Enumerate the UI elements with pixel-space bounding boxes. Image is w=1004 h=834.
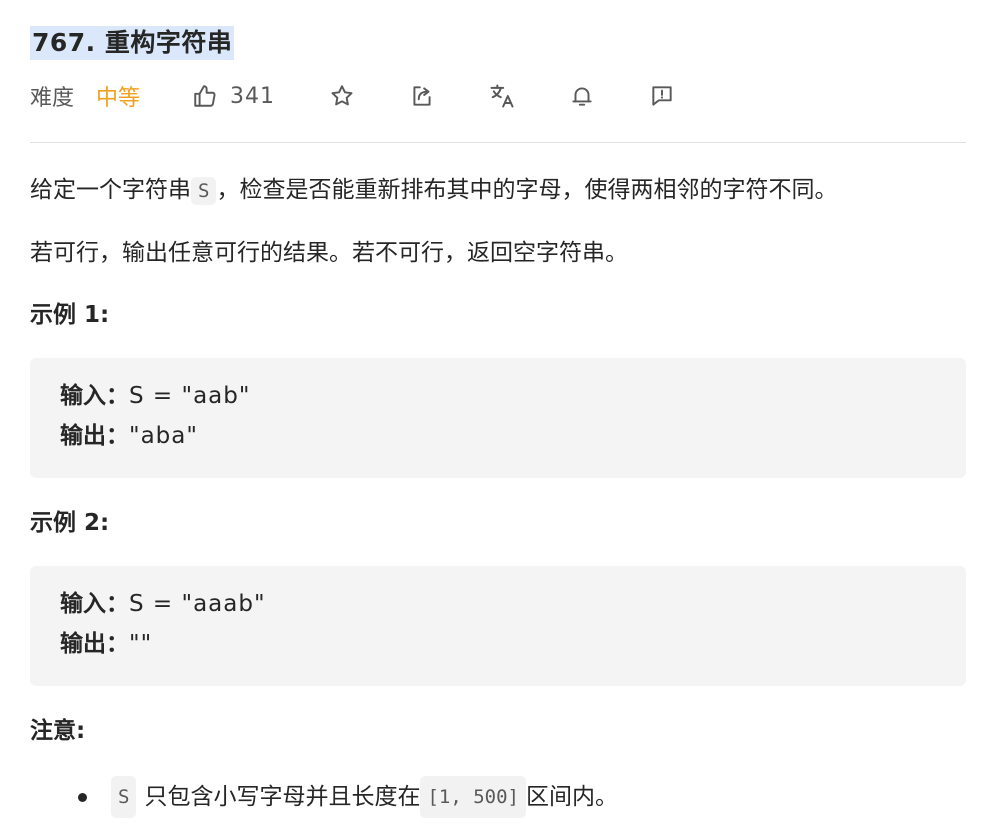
favorite-button[interactable] — [327, 81, 357, 111]
note-heading: 注意: — [30, 718, 86, 744]
note-text: 只包含小写字母并且长度在 — [144, 784, 421, 810]
description-text: 给定一个字符串 — [30, 177, 191, 203]
header-divider — [30, 142, 966, 143]
translate-icon — [488, 82, 516, 110]
input-value: S = "aab" — [129, 383, 251, 409]
problem-meta-toolbar: 难度 中等 341 — [30, 78, 966, 114]
example-2-output: 输出："" — [60, 628, 152, 660]
star-icon — [329, 83, 355, 109]
description-paragraph-1: 给定一个字符串 S ，检查是否能重新排布其中的字母，使得两相邻的字符不同。 — [30, 174, 837, 207]
share-button[interactable] — [407, 81, 437, 111]
example-1-output: 输出："aba" — [60, 420, 198, 452]
example-1-input: 输入：S = "aab" — [60, 380, 250, 412]
output-value: "" — [129, 631, 153, 657]
example-1-heading: 示例 1: — [30, 302, 110, 328]
subscribe-button[interactable] — [567, 81, 597, 111]
input-value: S = "aaab" — [129, 591, 266, 617]
example-1-block: 输入：S = "aab" 输出："aba" — [30, 358, 966, 478]
inline-code-s: S — [191, 177, 217, 205]
inline-code-range: [1, 500] — [420, 776, 526, 818]
bullet-dot-icon — [78, 792, 87, 802]
difficulty-label: 难度 — [30, 86, 75, 111]
inline-code-s: S — [111, 776, 137, 818]
example-2-heading: 示例 2: — [30, 510, 110, 536]
example-2-block: 输入：S = "aaab" 输出："" — [30, 566, 966, 686]
input-label: 输入： — [60, 591, 129, 617]
input-label: 输入： — [60, 383, 129, 409]
thumbs-up-icon — [192, 83, 218, 109]
feedback-icon — [649, 83, 675, 109]
like-button[interactable]: 341 — [192, 83, 275, 109]
note-list-item: S 只包含小写字母并且长度在 [1, 500] 区间内。 — [78, 776, 618, 818]
difficulty-badge: 中等 — [96, 86, 141, 111]
share-icon — [409, 83, 435, 109]
description-paragraph-2: 若可行，输出任意可行的结果。若不可行，返回空字符串。 — [30, 240, 628, 266]
output-value: "aba" — [129, 423, 198, 449]
like-count: 341 — [230, 83, 276, 109]
bell-icon — [569, 83, 595, 109]
feedback-button[interactable] — [647, 81, 677, 111]
description-text: ，检查是否能重新排布其中的字母，使得两相邻的字符不同。 — [216, 177, 838, 203]
output-label: 输出： — [60, 423, 129, 449]
translate-button[interactable] — [487, 81, 517, 111]
problem-title: 767. 重构字符串 — [30, 26, 235, 60]
note-text: 区间内。 — [525, 784, 618, 810]
example-2-input: 输入：S = "aaab" — [60, 588, 266, 620]
output-label: 输出： — [60, 631, 129, 657]
